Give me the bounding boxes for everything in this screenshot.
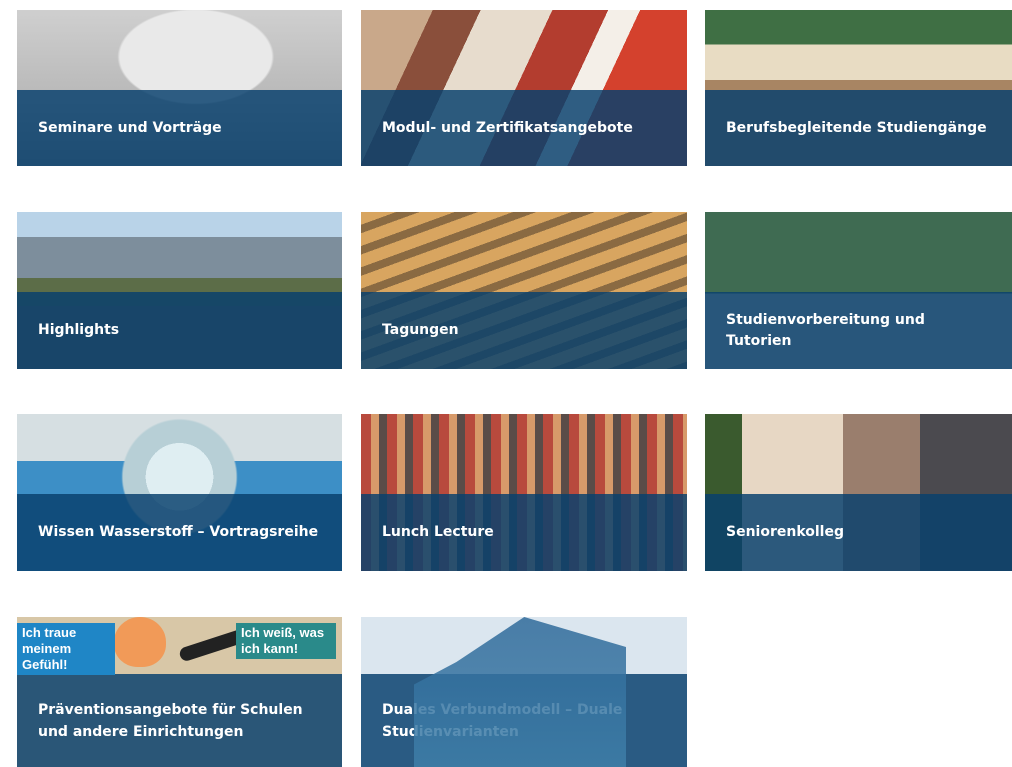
tile-caption-band: Seniorenkolleg bbox=[705, 494, 1012, 571]
tile-lunch-lecture[interactable]: Lunch Lecture bbox=[361, 414, 687, 571]
sticker-ich-weiss: Ich weiß, was ich kann! bbox=[236, 623, 336, 659]
tile-label: Wissen Wasserstoff – Vortragsreihe bbox=[38, 524, 319, 540]
tile-studienvorbereitung-und-tutorien[interactable]: Studienvorbereitung und Tutorien bbox=[705, 212, 1012, 369]
tile-caption-band: Wissen Wasserstoff – Vortragsreihe bbox=[17, 494, 342, 571]
tile-caption-band: Seminare und Vorträge bbox=[17, 90, 342, 166]
tile-seminare-und-vortraege[interactable]: Seminare und Vorträge bbox=[17, 10, 342, 166]
tile-caption-band: Highlights bbox=[17, 292, 342, 369]
tile-label: Studienvorbereitung und Tutorien bbox=[726, 311, 925, 349]
tile-label: Berufsbegleitende Studiengänge bbox=[726, 119, 987, 136]
tile-caption-band: Tagungen bbox=[361, 292, 687, 369]
tile-label: Seniorenkolleg bbox=[726, 524, 844, 540]
sticker-ich-traue: Ich traue meinem Gefühl! bbox=[17, 623, 115, 675]
tile-label: Seminare und Vorträge bbox=[38, 119, 222, 136]
tile-modul-und-zertifikatsangebote[interactable]: Modul- und Zertifikatsangebote bbox=[361, 10, 687, 166]
tile-label: Präventionsangebote für Schulen und ande… bbox=[38, 701, 303, 740]
tile-wissen-wasserstoff[interactable]: Wissen Wasserstoff – Vortragsreihe bbox=[17, 414, 342, 571]
tile-caption-band: Lunch Lecture bbox=[361, 494, 687, 571]
tile-tagungen[interactable]: Tagungen bbox=[361, 212, 687, 369]
tile-caption-band: Modul- und Zertifikatsangebote bbox=[361, 90, 687, 166]
tile-caption-band: Studienvorbereitung und Tutorien bbox=[705, 292, 1012, 369]
offer-tile-grid: Seminare und Vorträge Modul- und Zertifi… bbox=[0, 0, 1012, 767]
tile-label: Modul- und Zertifikatsangebote bbox=[382, 119, 633, 136]
tile-berufsbegleitende-studiengaenge[interactable]: Berufsbegleitende Studiengänge bbox=[705, 10, 1012, 166]
tile-label: Tagungen bbox=[382, 322, 459, 338]
tile-highlights[interactable]: Highlights bbox=[17, 212, 342, 369]
tile-label: Lunch Lecture bbox=[382, 524, 494, 540]
tile-caption-band: Präventionsangebote für Schulen und ande… bbox=[17, 674, 342, 767]
tile-seniorenkolleg[interactable]: Seniorenkolleg bbox=[705, 414, 1012, 571]
tile-caption-band: Berufsbegleitende Studiengänge bbox=[705, 90, 1012, 166]
heart-graphic bbox=[114, 617, 166, 667]
tile-label: Highlights bbox=[38, 322, 120, 338]
